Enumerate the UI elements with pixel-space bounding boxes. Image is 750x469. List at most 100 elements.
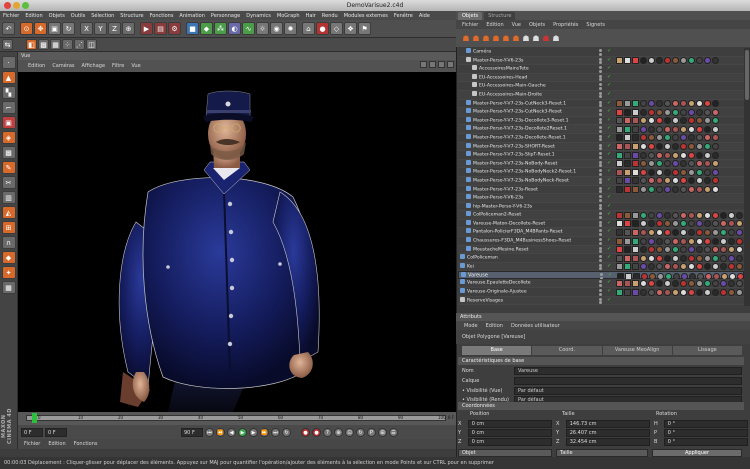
rot-key-icon[interactable]: ↻: [356, 427, 365, 437]
material-tag-icon[interactable]: [616, 228, 623, 236]
material-tag-icon[interactable]: [696, 246, 703, 254]
material-tag-icon[interactable]: [720, 237, 727, 245]
mat-menu-functions[interactable]: Fonctions: [74, 441, 98, 447]
material-tag-icon[interactable]: [736, 246, 743, 254]
material-tag-icon[interactable]: [656, 186, 663, 193]
enabled-check-icon[interactable]: ✓: [607, 280, 612, 285]
material-tag-icon[interactable]: [624, 220, 631, 228]
enabled-check-icon[interactable]: ✓: [607, 66, 612, 71]
orbit-icon[interactable]: [438, 61, 445, 68]
material-tag-icon[interactable]: [712, 160, 719, 168]
scroll-thumb[interactable]: [745, 50, 749, 100]
enabled-check-icon[interactable]: ✓: [607, 238, 612, 243]
material-tag-icon[interactable]: [688, 228, 695, 236]
material-tag-icon[interactable]: [616, 279, 623, 287]
material-tag-icon[interactable]: [680, 143, 687, 151]
live-select-icon[interactable]: ⊙: [20, 22, 33, 35]
material-tag-icon[interactable]: [688, 125, 695, 133]
next-frame-icon[interactable]: ▶: [249, 427, 258, 437]
visibility-dots-icon[interactable]: [599, 109, 603, 116]
material-tag-icon[interactable]: [672, 125, 679, 133]
material-tag-icon[interactable]: [664, 160, 671, 168]
object-menu-item[interactable]: Objets: [529, 22, 545, 28]
pan-icon[interactable]: [420, 61, 427, 68]
visibility-dots-icon[interactable]: [599, 280, 603, 287]
object-row[interactable]: Master-Perso-Y-V7-23s-Decollete-Reset.1 ✓: [458, 133, 744, 143]
figure-tag-icon[interactable]: ☗: [512, 32, 520, 45]
material-tag-icon[interactable]: [680, 177, 687, 185]
figure-tag-icon[interactable]: ☗: [522, 32, 530, 45]
material-tag-icon[interactable]: [664, 211, 671, 219]
menu-item[interactable]: Outils: [71, 13, 85, 19]
enabled-check-icon[interactable]: ✓: [607, 91, 612, 97]
camera-icon[interactable]: ◉: [270, 22, 283, 35]
menu-item[interactable]: Fichier: [3, 13, 19, 19]
material-tag-icon[interactable]: [704, 100, 711, 108]
material-tag-icon[interactable]: [680, 108, 687, 116]
material-tag-icon[interactable]: [680, 117, 687, 125]
material-tag-icon[interactable]: [664, 220, 671, 228]
material-tag-icon[interactable]: [712, 177, 719, 185]
object-row[interactable]: Master-Perso-Y-V7-23s-Decollete2Reset.1 ✓: [458, 125, 744, 134]
material-tag-icon[interactable]: [688, 279, 695, 287]
material-tag-icon[interactable]: [672, 288, 679, 296]
material-tag-icon[interactable]: [632, 246, 639, 254]
menu-item[interactable]: Hair: [306, 13, 316, 19]
material-tag-icon[interactable]: [688, 246, 695, 254]
enabled-check-icon[interactable]: ✓: [607, 143, 612, 149]
paint-icon[interactable]: ✦: [1, 266, 16, 279]
material-tag-icon[interactable]: [656, 134, 663, 142]
material-tag-icon[interactable]: [712, 151, 719, 159]
menu-item[interactable]: Fonctions: [150, 13, 174, 19]
material-tag-icon[interactable]: [648, 237, 655, 245]
menu-item[interactable]: Dynamics: [246, 13, 271, 19]
object-row[interactable]: ColPoliceman ✓: [458, 254, 744, 263]
material-tag-icon[interactable]: [688, 288, 695, 296]
size-mode-select[interactable]: Taille: [556, 448, 648, 457]
material-tag-icon[interactable]: [680, 279, 687, 287]
material-tag-icon[interactable]: [680, 151, 687, 159]
material-tag-icon[interactable]: [728, 254, 735, 262]
material-tag-icon[interactable]: [672, 220, 679, 228]
y-axis-icon[interactable]: Y: [94, 22, 107, 35]
enabled-check-icon[interactable]: ✓: [607, 255, 612, 260]
material-tag-icon[interactable]: [648, 228, 655, 236]
material-tag-icon[interactable]: [696, 117, 703, 125]
material-tag-icon[interactable]: [704, 246, 711, 254]
material-tag-icon[interactable]: [672, 177, 679, 185]
menu-item[interactable]: Fenêtre: [394, 13, 413, 19]
menu-item[interactable]: Animation: [179, 13, 205, 19]
material-tag-icon[interactable]: [704, 254, 711, 262]
visibility-dots-icon[interactable]: [599, 255, 603, 262]
material-tag-icon[interactable]: [640, 117, 647, 125]
material-tag-icon[interactable]: [696, 220, 703, 228]
enabled-check-icon[interactable]: ✓: [607, 297, 612, 303]
visibility-dots-icon[interactable]: [599, 83, 603, 90]
end-frame-field[interactable]: 90 F: [181, 427, 203, 437]
material-tag-icon[interactable]: [680, 254, 687, 262]
material-tag-icon[interactable]: [672, 108, 679, 116]
material-tag-icon[interactable]: [624, 263, 631, 271]
material-tag-icon[interactable]: [624, 237, 631, 245]
magnet-icon[interactable]: ∩: [1, 236, 16, 249]
apply-button[interactable]: Appliquer: [652, 448, 742, 457]
material-tag-icon[interactable]: [696, 228, 703, 236]
material-tag-icon[interactable]: [688, 108, 695, 116]
tag-icon[interactable]: ⌂: [302, 22, 315, 35]
material-tag-icon[interactable]: [688, 177, 695, 185]
material-tag-icon[interactable]: [736, 288, 743, 296]
weld-icon[interactable]: ▩: [1, 146, 16, 159]
render-view-icon[interactable]: ▶: [140, 22, 153, 35]
object-row[interactable]: Master-Perso-Y-V7-23s-NoBodyNeck2-Reset.…: [458, 168, 744, 177]
material-tag-icon[interactable]: [728, 228, 735, 236]
material-tag-icon[interactable]: [640, 237, 647, 245]
material-tag-icon[interactable]: [648, 211, 655, 219]
material-tag-icon[interactable]: [704, 279, 711, 287]
visibility-dots-icon[interactable]: [599, 229, 603, 236]
pla-key-icon[interactable]: ⊞: [378, 427, 387, 437]
material-tag-icon[interactable]: [624, 246, 631, 254]
material-tag-icon[interactable]: [624, 134, 631, 142]
loop-icon[interactable]: ↻: [282, 427, 291, 437]
3d-viewport[interactable]: [18, 72, 456, 412]
cube-icon[interactable]: ■: [186, 22, 199, 35]
